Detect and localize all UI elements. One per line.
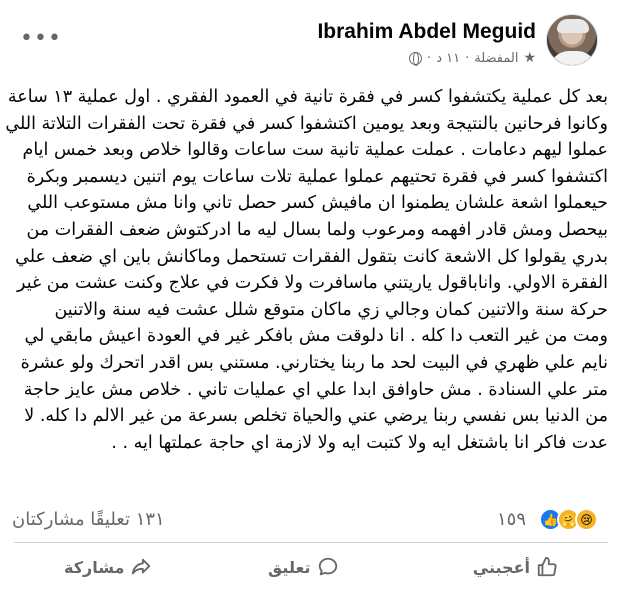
like-button[interactable]: أعجبني bbox=[473, 556, 558, 578]
meta-separator: · bbox=[465, 50, 470, 66]
post-text-line: بدري يقولوا كل الاشعة كانت بتقول الفقرات… bbox=[15, 246, 608, 267]
avatar-hair bbox=[557, 19, 589, 33]
reaction-count[interactable]: ١٥٩ bbox=[497, 509, 526, 530]
favorites-star-icon: ★ bbox=[523, 50, 536, 66]
facebook-post: Ibrahim Abdel Meguid ★ المفضلة · ١١ د · … bbox=[0, 0, 622, 592]
public-globe-icon bbox=[409, 51, 423, 66]
avatar-shirt bbox=[549, 51, 597, 65]
post-text-line: وكانوا فرحانين بالنتيجة وبعد يومين اكتشف… bbox=[5, 113, 608, 134]
post-text-line: حيعملوا اشعة علشان يطمنوا ان مافيش كسر ح… bbox=[27, 193, 608, 214]
meta-separator: · bbox=[427, 50, 432, 66]
post-meta: ★ المفضلة · ١١ د · bbox=[409, 50, 536, 66]
author-name[interactable]: Ibrahim Abdel Meguid bbox=[317, 20, 536, 44]
post-text-line: عدت فاكر انا باشتغل ايه ولا كتبت ايه ولا… bbox=[111, 432, 608, 453]
post-text-line: ومت من غير التعب دا كله . انا دلوقت مش ب… bbox=[24, 326, 608, 347]
thumbs-up-icon bbox=[537, 556, 557, 577]
divider bbox=[14, 542, 608, 543]
comments-shares-count[interactable]: ١٣١ تعليقًا مشاركتان bbox=[12, 509, 165, 530]
share-arrow-icon bbox=[132, 558, 151, 575]
comment-button[interactable]: تعليق bbox=[268, 556, 339, 578]
post-header: Ibrahim Abdel Meguid ★ المفضلة · ١١ د · … bbox=[0, 10, 622, 72]
comment-bubble-icon bbox=[318, 557, 337, 576]
post-time[interactable]: ١١ د bbox=[436, 51, 460, 66]
post-actions: أعجبني تعليق مشاركة bbox=[0, 552, 622, 586]
reactions-bar: 😢 🤗 👍 ١٥٩ ١٣١ تعليقًا مشاركتان bbox=[0, 506, 622, 534]
share-button[interactable]: مشاركة bbox=[64, 556, 152, 578]
post-text-line: اكتشفوا كسر في فقرة تحتيهم عملوا عملية ت… bbox=[26, 166, 608, 187]
reaction-icons[interactable]: 😢 🤗 👍 bbox=[539, 508, 598, 531]
comment-label: تعليق bbox=[268, 557, 311, 577]
sad-icon: 😢 bbox=[575, 508, 598, 531]
post-text-line: متر علي السنادة . مش حاوافق ابدا علي اي … bbox=[23, 379, 608, 400]
share-label: مشاركة bbox=[64, 557, 125, 577]
like-label: أعجبني bbox=[472, 557, 530, 577]
post-text-line: حركة سنة والاتنين كمان وجالي زي ماكان مت… bbox=[54, 299, 608, 320]
post-text-line: الفقرة الاولي. واناباقول ياريتني ماسافرت… bbox=[17, 273, 608, 294]
post-text-line: بيحصل ومش قادر افهمه ومرعوب ولما بسال لي… bbox=[26, 219, 608, 240]
post-text-line: نايم علي ظهري في البيت لحد ما ربنا يختار… bbox=[20, 352, 608, 373]
more-options-icon[interactable]: ••• bbox=[20, 26, 62, 51]
post-body: بعد كل عملية يكتشفوا كسر في فقرة تانية ف… bbox=[5, 84, 608, 456]
post-text-line: بعد كل عملية يكتشفوا كسر في فقرة تانية ف… bbox=[7, 87, 608, 107]
post-text-line: عملوا ليهم دعامات . عملت عملية تانية ست … bbox=[22, 140, 608, 161]
favorites-label: المفضلة bbox=[474, 50, 519, 66]
author-avatar[interactable] bbox=[546, 14, 598, 66]
post-text-line: من الدنيا بس نفسي ربنا يرضي عني والحياة … bbox=[24, 406, 608, 427]
